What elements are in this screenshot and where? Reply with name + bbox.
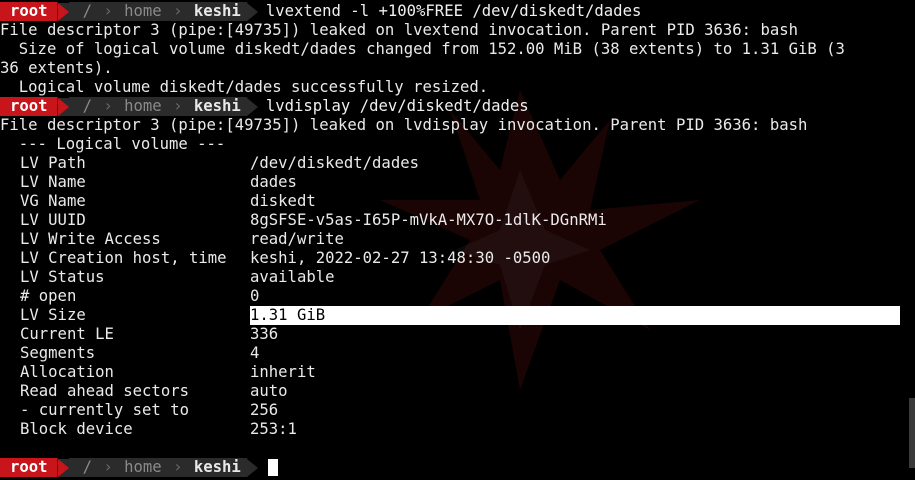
prompt-line-2: root / › home › keshi lvdisplay /dev/dis…	[0, 97, 529, 116]
lv-field-row: LV Creation host, time keshi, 2022-02-27 …	[0, 249, 550, 268]
prompt-line-1: root / › home › keshi lvextend -l +100%F…	[0, 2, 641, 21]
lv-field-row: LV Status available	[0, 268, 335, 287]
chevron-right-icon: ›	[93, 2, 123, 20]
lv-field-key: LV Size	[20, 306, 86, 324]
lv-field-value: dades	[250, 173, 297, 191]
prompt-arrow-icon	[246, 458, 258, 477]
command-text: lvextend -l +100%FREE /dev/diskedt/dades	[265, 2, 642, 20]
lv-field-value: diskedt	[250, 192, 316, 210]
terminal-scrollbar[interactable]	[909, 398, 915, 468]
text-cursor[interactable]	[267, 459, 278, 476]
lv-field-value: /dev/diskedt/dades	[250, 154, 419, 172]
lv-field-row: LV Path/dev/diskedt/dades	[0, 154, 419, 173]
lv-field-value: 253:1	[250, 420, 297, 438]
prompt-arrow-icon	[57, 458, 69, 477]
lv-field-row: Current LE 336	[0, 325, 278, 344]
lv-field-key: LV Write Access	[20, 230, 161, 248]
lv-field-key: Allocation	[20, 363, 114, 381]
lv-field-key: LV Name	[20, 173, 86, 191]
lv-field-key: LV Path	[20, 154, 86, 172]
output-line: 36 extents).	[0, 59, 113, 77]
prompt-user: root	[0, 2, 58, 21]
lv-field-value: keshi, 2022-02-27 13:48:30 -0500	[250, 249, 551, 267]
lv-field-row: - currently set to 256	[0, 401, 278, 420]
lv-field-row: VG Name diskedt	[0, 192, 316, 211]
prompt-path-root: /	[82, 97, 92, 115]
lv-field-key: - currently set to	[20, 401, 189, 419]
command-text: lvdisplay /dev/diskedt/dades	[265, 97, 529, 115]
lv-field-key: LV UUID	[20, 211, 86, 229]
output-line: Size of logical volume diskedt/dades cha…	[0, 40, 845, 58]
chevron-right-icon: ›	[163, 458, 192, 476]
prompt-host: keshi	[193, 458, 241, 476]
prompt-user: root	[0, 97, 58, 116]
output-line: Logical volume diskedt/dades successfull…	[0, 78, 489, 96]
lv-field-key: LV Status	[20, 268, 105, 286]
prompt-path: / › home › keshi	[68, 97, 247, 116]
prompt-arrow-icon	[246, 97, 258, 116]
lv-field-row: Block device 253:1	[0, 420, 297, 439]
prompt-path-dir: home	[124, 97, 162, 115]
prompt-host: keshi	[193, 97, 241, 115]
chevron-right-icon: ›	[93, 458, 123, 476]
lv-field-value: 8gSFSE-v5as-I65P-mVkA-MX7O-1dlK-DGnRMi	[250, 211, 607, 229]
lv-field-value: auto	[250, 382, 288, 400]
lv-field-key: # open	[20, 287, 77, 305]
chevron-right-icon: ›	[163, 2, 192, 20]
prompt-user: root	[0, 458, 58, 477]
lv-field-row: LV Size 1.31 GiB	[0, 306, 900, 325]
lv-field-row: Read ahead sectors auto	[0, 382, 288, 401]
prompt-arrow-icon	[57, 2, 69, 21]
lv-field-value: 4	[250, 344, 260, 362]
lv-field-value: 1.31 GiB	[250, 306, 900, 325]
lv-field-key: VG Name	[20, 192, 86, 210]
output-line: --- Logical volume ---	[0, 135, 226, 153]
prompt-path-dir: home	[124, 2, 162, 20]
lv-field-row: # open 0	[0, 287, 259, 306]
lv-field-value: 0	[250, 287, 260, 305]
lv-field-row: LV Write Access read/write	[0, 230, 344, 249]
lv-field-key: Block device	[20, 420, 133, 438]
lv-field-value: read/write	[250, 230, 344, 248]
prompt-path-root: /	[82, 458, 92, 476]
lv-field-key: LV Creation host, time	[20, 249, 227, 267]
lv-field-row: Segments 4	[0, 344, 259, 363]
output-line: File descriptor 3 (pipe:[49735]) leaked …	[0, 116, 808, 134]
prompt-path: / › home › keshi	[68, 2, 247, 21]
lv-field-row: Allocation inherit	[0, 363, 316, 382]
prompt-path: / › home › keshi	[68, 458, 247, 477]
lv-field-value: available	[250, 268, 335, 286]
prompt-path-root: /	[82, 2, 92, 20]
lv-field-key: Read ahead sectors	[20, 382, 189, 400]
prompt-path-dir: home	[124, 458, 162, 476]
prompt-arrow-icon	[246, 2, 258, 21]
lv-field-row: LV Name dades	[0, 173, 297, 192]
prompt-line-3[interactable]: root / › home › keshi	[0, 458, 278, 477]
lv-field-key: Segments	[20, 344, 96, 362]
chevron-right-icon: ›	[93, 97, 123, 115]
chevron-right-icon: ›	[163, 97, 192, 115]
lv-field-row: LV UUID 8gSFSE-v5as-I65P-mVkA-MX7O-1dlK-D…	[0, 211, 607, 230]
lv-field-key: Current LE	[20, 325, 114, 343]
output-line: File descriptor 3 (pipe:[49735]) leaked …	[0, 21, 798, 39]
lv-field-value: 256	[250, 401, 279, 419]
lv-field-value: inherit	[250, 363, 316, 381]
prompt-host: keshi	[193, 2, 241, 20]
lv-field-value: 336	[250, 325, 279, 343]
prompt-arrow-icon	[57, 97, 69, 116]
